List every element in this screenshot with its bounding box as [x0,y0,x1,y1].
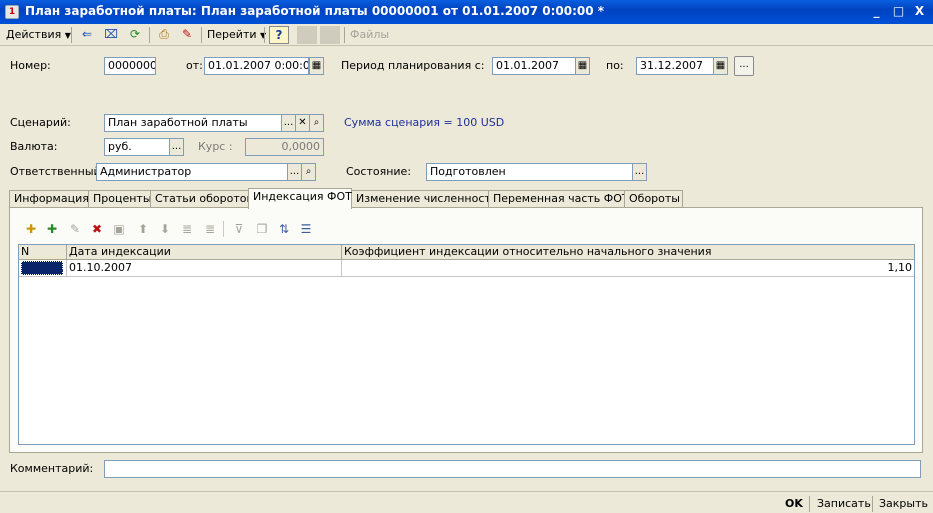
currency-label: Валюта: [10,140,58,153]
scenario-field[interactable]: План заработной платы [104,114,282,132]
currency-field[interactable]: руб. [104,138,170,156]
edit-row-icon: ✎ [69,222,81,236]
rate-label: Курс : [198,140,233,153]
table-row-n-cell[interactable]: 1 [19,260,67,277]
disabled-toolbar-button [297,26,317,44]
sort-ascending-icon: ≣ [181,222,193,236]
period-to-field[interactable]: 31.12.2007 [636,57,714,75]
delete-row-icon[interactable]: ✖ [88,220,106,238]
period-label: Период планирования с: [341,59,485,72]
document-movements-icon[interactable]: ⌧ [101,26,121,44]
main-toolbar: Действия ▼ ⇐ ⌧ ⟳ ⎙ ✎ Перейти ▼ ? Файлы [0,24,933,46]
back-arrow-icon[interactable]: ⇐ [77,26,97,44]
toolbar-separator [223,221,224,237]
goto-menu[interactable]: Перейти ▼ [207,26,266,44]
button-separator [809,496,810,512]
copy-row-icon[interactable]: ✚ [43,220,61,238]
refresh-icon[interactable]: ⟳ [125,26,145,44]
files-button[interactable]: Файлы [350,26,389,44]
open-magnifier-icon[interactable]: ⌕ [301,163,316,181]
tab-information[interactable]: Информация [9,190,89,208]
help-icon[interactable]: ? [269,26,289,44]
end-edit-icon: ▣ [113,222,125,236]
open-magnifier-icon[interactable]: ⌕ [309,114,324,132]
tab-percents[interactable]: Проценты [88,190,152,208]
filter-sort-icon[interactable]: ⇅ [275,220,293,238]
move-up-icon: ⬆ [137,222,149,236]
minimize-button[interactable]: _ [867,3,886,21]
tab-panel-indexation: ✚ ✚ ✎ ✖ ▣ ⬆ ⬇ ≣ ≣ ⊽ ❐ ⇅ ☰ N Дата индекса… [9,207,923,453]
state-field[interactable]: Подготовлен [426,163,633,181]
list-settings-icon[interactable]: ☰ [297,220,315,238]
comment-label: Комментарий: [10,462,94,475]
column-header-date[interactable]: Дата индексации [67,245,342,260]
maximize-button[interactable]: □ [889,3,908,21]
calendar-icon[interactable] [575,57,590,75]
table-row-coefficient-cell[interactable]: 1,10 [342,260,914,277]
ok-button[interactable]: OK [785,496,803,512]
number-label: Номер: [10,59,51,72]
tab-turnover-items[interactable]: Статьи оборотов [150,190,253,208]
actions-menu[interactable]: Действия ▼ [6,26,71,44]
rate-field: 0,0000 [245,138,324,156]
scenario-sum-link[interactable]: Сумма сценария = 100 USD [344,114,504,132]
toolbar-separator [344,27,345,43]
toolbar-separator [201,27,202,43]
save-button[interactable]: Записать [817,496,871,512]
period-from-field[interactable]: 01.01.2007 [492,57,576,75]
toolbar-separator [71,27,72,43]
responsible-field[interactable]: Администратор [96,163,288,181]
tab-salary-indexation[interactable]: Индексация ФОТ [248,188,352,209]
window-title: План заработной платы: План заработной п… [25,4,605,18]
actions-menu-label: Действия [6,28,62,41]
clear-filter-icon: ⊽ [234,222,244,236]
date-label: от: [186,59,203,72]
period-to-label: по: [606,59,624,72]
toolbar-separator [264,27,265,43]
toolbar-separator [149,27,150,43]
select-ellipsis-icon[interactable]: ... [281,114,296,132]
clear-icon[interactable]: ✕ [295,114,310,132]
select-ellipsis-icon[interactable]: ... [169,138,184,156]
period-select-button[interactable]: ... [734,56,754,76]
disabled-toolbar-button [320,26,340,44]
dropdown-arrow-icon: ▼ [64,31,71,40]
bottom-command-bar: OK Записать Закрыть [0,491,933,513]
scenario-label: Сценарий: [10,116,71,129]
post-document-icon[interactable]: ✎ [177,26,197,44]
close-button[interactable]: Закрыть [879,496,928,512]
select-ellipsis-icon[interactable]: ... [632,163,647,181]
sort-descending-icon: ≣ [204,222,216,236]
tab-variable-part[interactable]: Переменная часть ФОТ [488,190,629,208]
state-label: Состояние: [346,165,412,178]
column-header-coefficient[interactable]: Коэффициент индексации относительно нача… [342,245,914,260]
column-header-n[interactable]: N [19,245,67,260]
close-window-button[interactable]: X [910,3,929,21]
table-row-date-cell[interactable]: 01.10.2007 [67,260,342,277]
copy-icon: ❐ [256,222,268,236]
button-separator [872,496,873,512]
goto-menu-label: Перейти [207,28,257,41]
comment-field[interactable] [104,460,921,478]
tab-headcount-change[interactable]: Изменение численности [351,190,498,208]
select-ellipsis-icon[interactable]: ... [287,163,302,181]
number-field[interactable]: 00000001 [104,57,156,75]
add-row-icon[interactable]: ✚ [22,220,40,238]
tab-turnovers[interactable]: Обороты [624,190,683,208]
responsible-label: Ответственный: [10,165,105,178]
move-down-icon: ⬇ [159,222,171,236]
date-field[interactable]: 01.01.2007 0:00:00 [204,57,309,75]
calendar-icon[interactable] [309,57,324,75]
app-icon: 1 [5,5,19,19]
row-number: 1 [57,261,64,274]
title-bar[interactable]: 1 План заработной платы: План заработной… [0,0,933,24]
calendar-icon[interactable] [713,57,728,75]
indexation-table[interactable]: N Дата индексации Коэффициент индексации… [18,244,915,445]
print-icon[interactable]: ⎙ [154,26,174,44]
